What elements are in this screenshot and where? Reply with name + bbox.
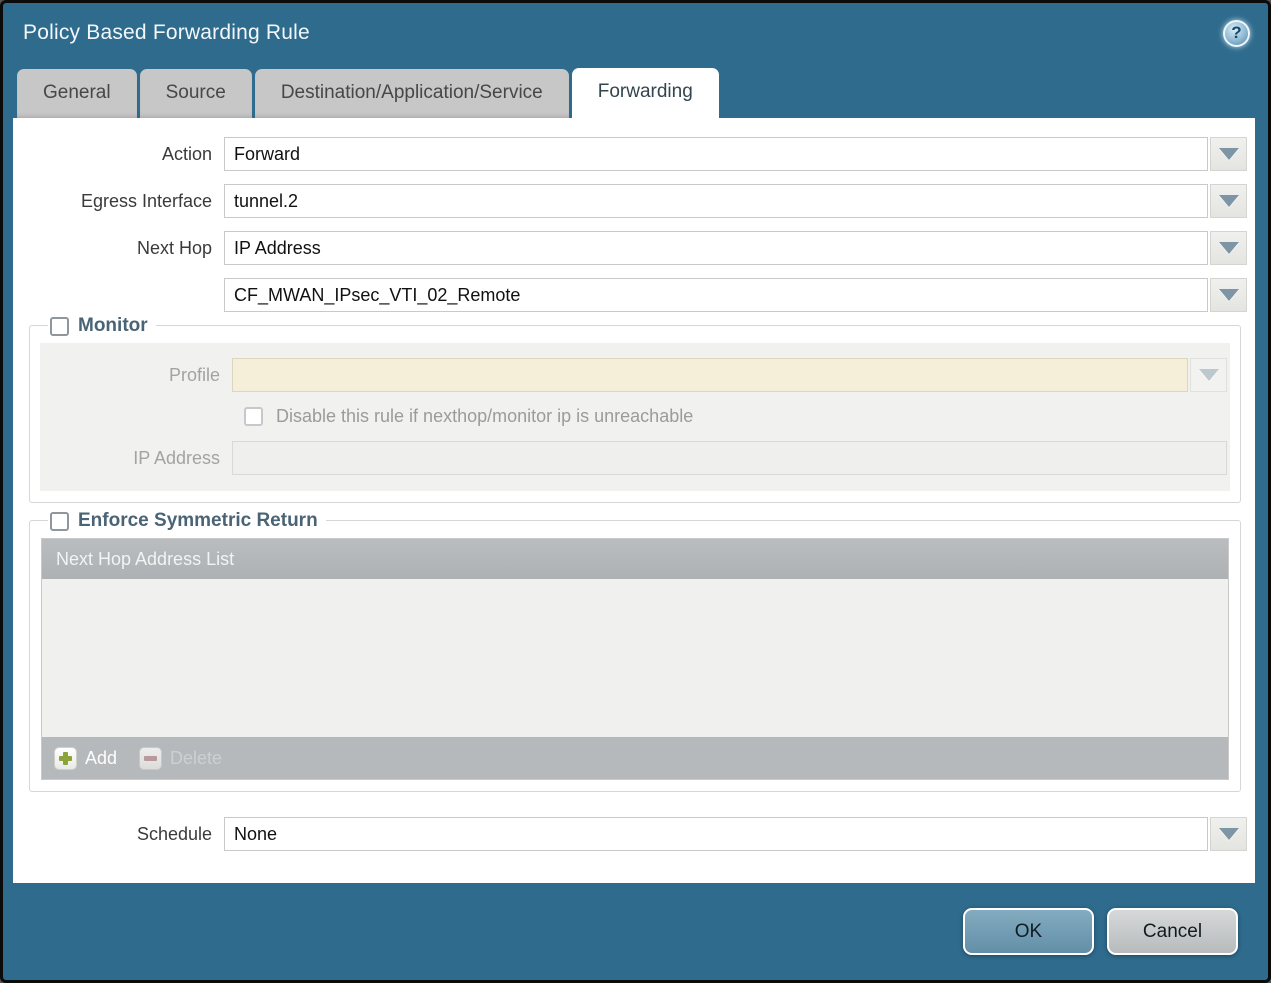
monitor-ip-input bbox=[232, 441, 1227, 475]
add-button[interactable]: Add bbox=[54, 747, 117, 770]
schedule-row: Schedule bbox=[13, 817, 1247, 851]
egress-interface-input[interactable] bbox=[224, 184, 1208, 218]
next-hop-label: Next Hop bbox=[37, 238, 224, 259]
schedule-label: Schedule bbox=[37, 824, 224, 845]
profile-dropdown-button bbox=[1190, 358, 1227, 392]
egress-interface-row: Egress Interface bbox=[13, 184, 1247, 218]
monitor-body: Profile Disable this rule if nexthop/mon… bbox=[40, 343, 1230, 491]
chevron-down-icon bbox=[1199, 369, 1219, 381]
table-body-empty[interactable] bbox=[42, 579, 1228, 737]
next-hop-address-dropdown-button[interactable] bbox=[1210, 278, 1247, 312]
tab-bar: General Source Destination/Application/S… bbox=[3, 63, 1268, 118]
profile-input bbox=[232, 358, 1188, 392]
chevron-down-icon bbox=[1219, 828, 1239, 840]
tab-general[interactable]: General bbox=[17, 69, 137, 118]
action-label: Action bbox=[37, 144, 224, 165]
symmetric-return-checkbox[interactable] bbox=[50, 512, 69, 531]
next-hop-row: Next Hop bbox=[13, 231, 1247, 265]
monitor-ip-row: IP Address bbox=[40, 441, 1227, 475]
action-row: Action bbox=[13, 137, 1247, 171]
profile-label: Profile bbox=[72, 365, 232, 386]
schedule-input[interactable] bbox=[224, 817, 1208, 851]
chevron-down-icon bbox=[1219, 242, 1239, 254]
delete-button: Delete bbox=[139, 747, 222, 770]
monitor-legend: Monitor bbox=[48, 315, 156, 337]
next-hop-type-input[interactable] bbox=[224, 231, 1208, 265]
disable-rule-checkbox bbox=[244, 407, 263, 426]
symmetric-return-fieldset: Enforce Symmetric Return Next Hop Addres… bbox=[29, 520, 1241, 792]
help-icon[interactable]: ? bbox=[1223, 20, 1250, 47]
tab-destination-application-service[interactable]: Destination/Application/Service bbox=[255, 69, 569, 118]
egress-interface-label: Egress Interface bbox=[37, 191, 224, 212]
egress-interface-dropdown-button[interactable] bbox=[1210, 184, 1247, 218]
title-bar: Policy Based Forwarding Rule ? bbox=[3, 3, 1268, 63]
profile-row: Profile bbox=[40, 358, 1227, 392]
pbf-rule-dialog: Policy Based Forwarding Rule ? General S… bbox=[0, 0, 1271, 983]
monitor-fieldset: Monitor Profile Disable this rule if nex… bbox=[29, 325, 1241, 503]
delete-minus-icon bbox=[139, 747, 162, 770]
action-input[interactable] bbox=[224, 137, 1208, 171]
delete-button-label: Delete bbox=[170, 748, 222, 769]
disable-rule-label: Disable this rule if nexthop/monitor ip … bbox=[276, 406, 693, 427]
disable-rule-row: Disable this rule if nexthop/monitor ip … bbox=[244, 406, 1227, 427]
schedule-dropdown-button[interactable] bbox=[1210, 817, 1247, 851]
dialog-content: Action Egress Interface Next Hop bbox=[13, 118, 1255, 883]
table-header: Next Hop Address List bbox=[42, 539, 1228, 579]
next-hop-address-list-table: Next Hop Address List Add Delete bbox=[41, 538, 1229, 780]
next-hop-address-row bbox=[13, 278, 1247, 312]
symmetric-return-label: Enforce Symmetric Return bbox=[78, 510, 318, 532]
next-hop-type-dropdown-button[interactable] bbox=[1210, 231, 1247, 265]
action-dropdown-button[interactable] bbox=[1210, 137, 1247, 171]
monitor-label: Monitor bbox=[78, 315, 148, 337]
monitor-checkbox[interactable] bbox=[50, 317, 69, 336]
chevron-down-icon bbox=[1219, 148, 1239, 160]
table-footer: Add Delete bbox=[42, 737, 1228, 779]
dialog-title: Policy Based Forwarding Rule bbox=[23, 21, 310, 45]
symmetric-return-legend: Enforce Symmetric Return bbox=[48, 510, 326, 532]
tab-source[interactable]: Source bbox=[140, 69, 252, 118]
ok-button[interactable]: OK bbox=[963, 908, 1094, 955]
chevron-down-icon bbox=[1219, 195, 1239, 207]
add-button-label: Add bbox=[85, 748, 117, 769]
monitor-ip-label: IP Address bbox=[72, 448, 232, 469]
add-plus-icon bbox=[54, 747, 77, 770]
dialog-footer: OK Cancel bbox=[3, 883, 1268, 980]
next-hop-address-input[interactable] bbox=[224, 278, 1208, 312]
tab-forwarding[interactable]: Forwarding bbox=[572, 68, 719, 118]
cancel-button[interactable]: Cancel bbox=[1107, 908, 1238, 955]
chevron-down-icon bbox=[1219, 289, 1239, 301]
